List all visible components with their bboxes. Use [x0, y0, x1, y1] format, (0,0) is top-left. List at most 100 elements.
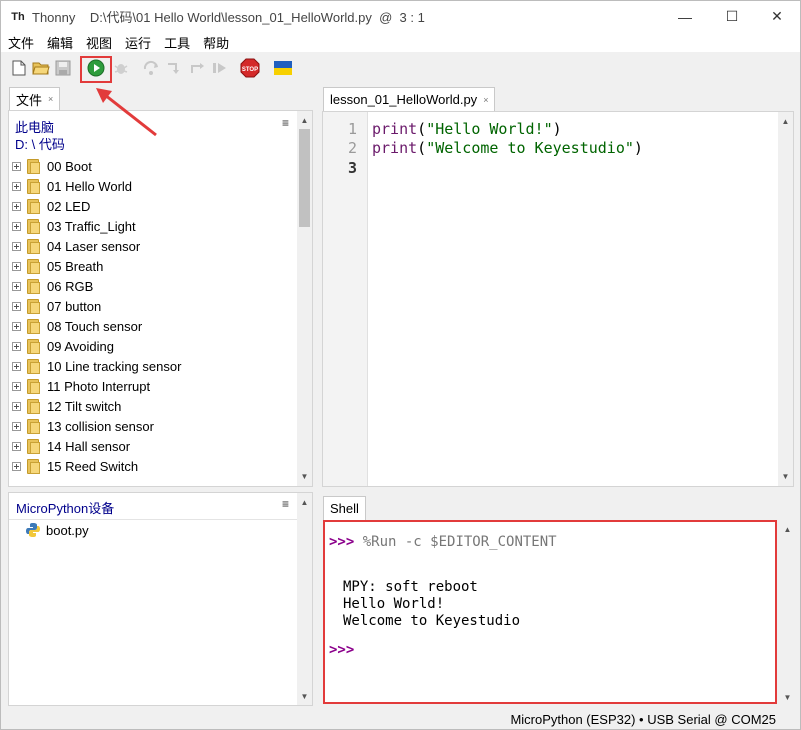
expand-icon[interactable] — [12, 221, 21, 231]
menu-tools[interactable]: 工具 — [157, 33, 196, 52]
code-line: print("Hello World!") — [372, 120, 562, 138]
tab-editor-file[interactable]: lesson_01_HelloWorld.py × — [323, 87, 496, 111]
file-tree-scrollbar[interactable]: ▲ ▼ — [297, 111, 312, 486]
menu-run[interactable]: 运行 — [118, 33, 157, 52]
file-tree-item-label: 05 Breath — [47, 258, 104, 274]
stop-icon[interactable]: STOP — [240, 58, 260, 78]
close-button[interactable]: ✕ — [754, 1, 800, 32]
folder-icon — [25, 299, 41, 314]
folder-icon — [25, 179, 41, 194]
file-tree-item[interactable]: 12 Tilt switch — [9, 396, 121, 416]
shell-output-line: MPY: soft reboot — [343, 579, 478, 595]
debug-icon[interactable] — [111, 58, 131, 78]
tab-close-icon[interactable]: × — [48, 94, 53, 104]
scroll-up-icon[interactable]: ▲ — [297, 113, 312, 128]
svg-text:STOP: STOP — [242, 67, 258, 73]
menu-help[interactable]: 帮助 — [196, 33, 235, 52]
interpreter-status[interactable]: MicroPython (ESP32) • USB Serial @ COM25 — [510, 712, 776, 727]
file-tree-item[interactable]: 00 Boot — [9, 156, 92, 176]
scroll-up-icon[interactable]: ▲ — [780, 522, 795, 537]
expand-icon[interactable] — [12, 461, 21, 471]
panel-menu-icon[interactable]: ≡ — [282, 116, 289, 130]
expand-icon[interactable] — [12, 201, 21, 211]
scroll-down-icon[interactable]: ▼ — [297, 469, 312, 484]
new-file-icon[interactable] — [9, 58, 29, 78]
file-tree-item[interactable]: 11 Photo Interrupt — [9, 376, 150, 396]
shell-panel[interactable]: >>> %Run -c $EDITOR_CONTENT MPY: soft re… — [323, 520, 777, 704]
scroll-down-icon[interactable]: ▼ — [778, 469, 793, 484]
menu-edit[interactable]: 编辑 — [40, 33, 79, 52]
file-tree-item[interactable]: 06 RGB — [9, 276, 93, 296]
file-tree-item[interactable]: 15 Reed Switch — [9, 456, 138, 476]
device-file-row[interactable]: boot.py — [25, 520, 89, 540]
file-tree-item[interactable]: 08 Touch sensor — [9, 316, 142, 336]
file-tree-item-label: 01 Hello World — [47, 178, 133, 194]
expand-icon[interactable] — [12, 281, 21, 291]
scroll-up-icon[interactable]: ▲ — [778, 114, 793, 129]
file-tree-item-label: 15 Reed Switch — [47, 458, 139, 474]
editor-tab-label: lesson_01_HelloWorld.py — [330, 92, 478, 107]
save-file-icon[interactable] — [53, 58, 73, 78]
shell-prompt[interactable]: >>> — [329, 642, 354, 658]
expand-icon[interactable] — [12, 441, 21, 451]
step-out-icon[interactable] — [188, 58, 208, 78]
file-tree-item[interactable]: 05 Breath — [9, 256, 103, 276]
menu-view[interactable]: 视图 — [79, 33, 118, 52]
tab-close-icon[interactable]: × — [483, 95, 488, 105]
file-tree-item[interactable]: 04 Laser sensor — [9, 236, 140, 256]
current-path[interactable]: D: \ 代码 — [15, 134, 65, 153]
tab-shell[interactable]: Shell — [323, 496, 366, 520]
expand-icon[interactable] — [12, 361, 21, 371]
open-file-icon[interactable] — [31, 58, 51, 78]
ukraine-flag-icon[interactable] — [273, 58, 293, 78]
device-menu-icon[interactable]: ≡ — [282, 497, 289, 511]
expand-icon[interactable] — [12, 301, 21, 311]
expand-icon[interactable] — [12, 181, 21, 191]
resume-icon[interactable] — [210, 58, 230, 78]
file-tree-item-label: 08 Touch sensor — [47, 318, 143, 334]
file-tree-item[interactable]: 13 collision sensor — [9, 416, 154, 436]
shell-scrollbar[interactable]: ▲ ▼ — [780, 520, 795, 706]
expand-icon[interactable] — [12, 161, 21, 171]
shell-tab-label: Shell — [330, 501, 359, 516]
step-over-icon[interactable] — [142, 58, 162, 78]
expand-icon[interactable] — [12, 421, 21, 431]
tab-files[interactable]: 文件 × — [9, 87, 61, 110]
file-tree-item-label: 09 Avoiding — [47, 338, 114, 354]
file-tree-item[interactable]: 10 Line tracking sensor — [9, 356, 181, 376]
folder-icon — [25, 219, 41, 234]
folder-icon — [25, 239, 41, 254]
file-tree-item[interactable]: 14 Hall sensor — [9, 436, 130, 456]
menu-file[interactable]: 文件 — [1, 33, 40, 52]
expand-icon[interactable] — [12, 261, 21, 271]
file-tree-item-label: 00 Boot — [47, 158, 92, 174]
shell-output-line: Welcome to Keyestudio — [343, 613, 521, 629]
expand-icon[interactable] — [12, 381, 21, 391]
folder-icon — [25, 359, 41, 374]
file-tree-item[interactable]: 03 Traffic_Light — [9, 216, 136, 236]
scroll-down-icon[interactable]: ▼ — [297, 689, 312, 704]
expand-icon[interactable] — [12, 341, 21, 351]
expand-icon[interactable] — [12, 321, 21, 331]
scroll-down-icon[interactable]: ▼ — [780, 690, 795, 705]
line-number-current: 3 — [347, 159, 357, 177]
file-tree-item[interactable]: 09 Avoiding — [9, 336, 114, 356]
expand-icon[interactable] — [12, 241, 21, 251]
scrollbar-thumb[interactable] — [299, 129, 310, 227]
status-bar: MicroPython (ESP32) • USB Serial @ COM25 — [1, 708, 800, 730]
file-tree-item[interactable]: 02 LED — [9, 196, 90, 216]
file-tree-item[interactable]: 07 button — [9, 296, 101, 316]
code-editor[interactable]: 1 2 3 print("Hello World!") print("Welco… — [322, 111, 794, 487]
thonny-window: Th Thonny D:\代码\01 Hello World\lesson_01… — [0, 0, 801, 730]
editor-scrollbar[interactable]: ▲ ▼ — [778, 112, 793, 486]
shell-output-line: Hello World! — [343, 596, 445, 612]
step-into-icon[interactable] — [165, 58, 185, 78]
device-scrollbar[interactable]: ▲ ▼ — [297, 493, 312, 705]
minimize-button[interactable]: — — [662, 1, 708, 32]
scroll-up-icon[interactable]: ▲ — [297, 495, 312, 510]
folder-icon — [25, 319, 41, 334]
folder-icon — [25, 379, 41, 394]
expand-icon[interactable] — [12, 401, 21, 411]
file-tree-item[interactable]: 01 Hello World — [9, 176, 132, 196]
maximize-button[interactable]: ☐ — [709, 1, 755, 32]
